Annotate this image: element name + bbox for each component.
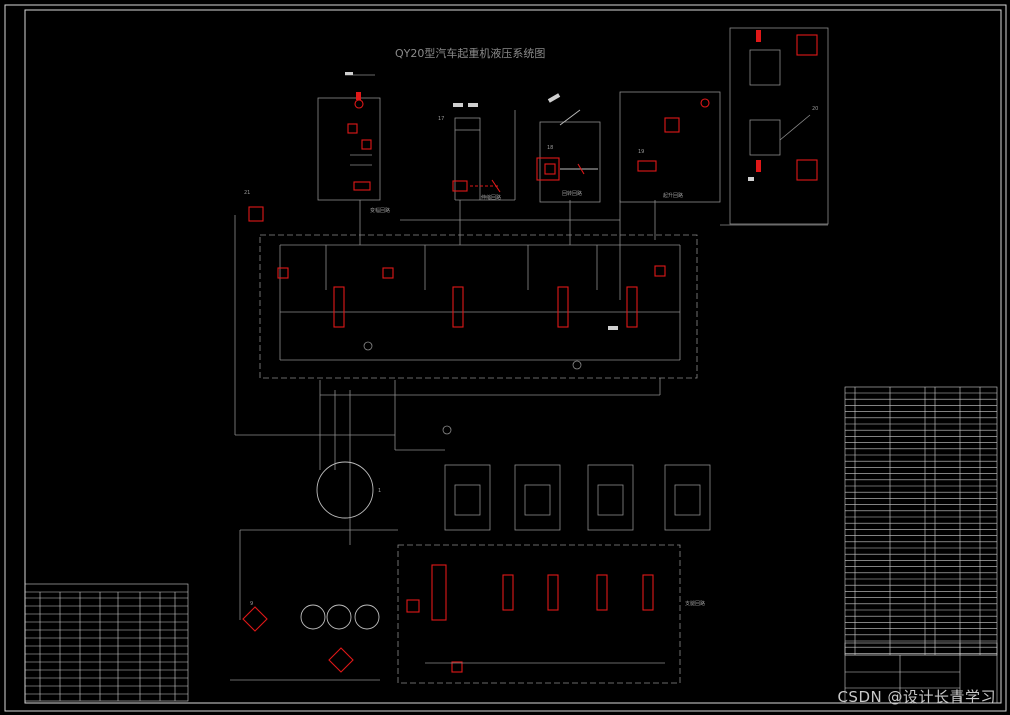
pump-group: 9 xyxy=(230,529,398,681)
label-20: 20 xyxy=(812,106,818,112)
rotation-circuit: 18 回转回路 xyxy=(536,93,601,203)
outrigger-circuit-label: 支腿回路 xyxy=(685,600,705,607)
multiway-valve-block xyxy=(259,234,698,379)
label-18: 18 xyxy=(547,145,553,151)
label-21: 21 xyxy=(244,190,250,196)
outrigger-valve-block: 支腿回路 xyxy=(397,544,705,684)
luffing-circuit: 变幅回路 xyxy=(317,72,390,214)
revision-table xyxy=(24,583,189,702)
oil-tank: 1 xyxy=(316,461,381,519)
label-9: 9 xyxy=(250,601,253,607)
hoisting-circuit: 19 起升回路 xyxy=(619,91,721,203)
label-17: 17 xyxy=(438,116,444,122)
luffing-circuit-label: 变幅回路 xyxy=(370,207,390,214)
rotation-circuit-label: 回转回路 xyxy=(562,190,582,197)
parts-list-table xyxy=(844,386,998,656)
winch-assembly: 20 xyxy=(729,27,829,225)
relief-valve-21: 21 xyxy=(244,190,264,222)
label-19: 19 xyxy=(638,149,644,155)
parts-list-rows xyxy=(845,392,997,654)
label-1: 1 xyxy=(378,488,381,494)
outer-frame xyxy=(4,4,1007,712)
watermark: CSDN @设计长青学习 xyxy=(837,688,996,706)
hoisting-circuit-label: 起升回路 xyxy=(663,192,683,199)
telescoping-circuit-label: 伸缩回路 xyxy=(481,194,501,201)
diagram-title: QY20型汽车起重机液压系统图 xyxy=(395,46,545,60)
telescoping-circuit: 17 伸缩回路 xyxy=(438,103,516,201)
outrigger-cylinders xyxy=(444,464,711,531)
